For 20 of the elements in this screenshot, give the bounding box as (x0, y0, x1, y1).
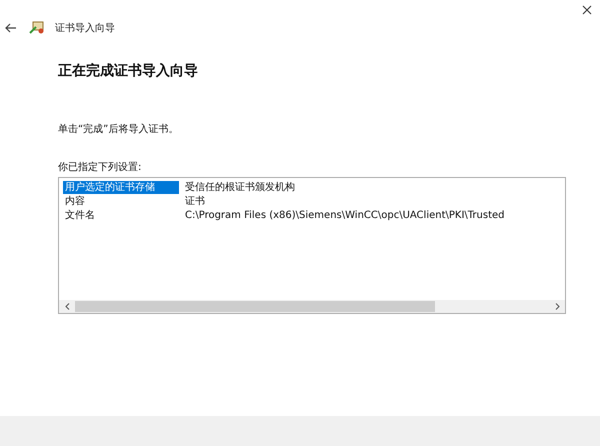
setting-value: 证书 (184, 194, 205, 208)
setting-name[interactable]: 用户选定的证书存储 (63, 180, 179, 194)
chevron-right-icon (554, 303, 560, 310)
back-button[interactable] (5, 21, 19, 35)
horizontal-scrollbar[interactable] (59, 300, 565, 313)
setting-name[interactable]: 内容 (63, 194, 179, 208)
certificate-icon (29, 21, 45, 35)
close-button[interactable] (580, 3, 594, 17)
window-title: 证书导入向导 (55, 22, 115, 35)
settings-list[interactable]: 用户选定的证书存储 受信任的根证书颁发机构 内容 证书 文件名 C:\Program Files (x86)\Siemens\WinCC\opc\UAClient\PKI\Trusted (58, 177, 566, 314)
settings-label: 你已指定下列设置: (58, 160, 142, 174)
setting-value: 受信任的根证书颁发机构 (184, 180, 295, 194)
instruction-text: 单击“完成”后将导入证书。 (58, 122, 180, 136)
setting-name[interactable]: 文件名 (63, 208, 179, 222)
close-icon (582, 5, 592, 15)
back-arrow-icon (5, 23, 17, 33)
chevron-left-icon (64, 303, 70, 310)
setting-value: C:\Program Files (x86)\Siemens\WinCC\opc\UAClient\PKI\Trusted (184, 210, 504, 220)
scrollbar-thumb[interactable] (75, 301, 436, 312)
wizard-heading: 正在完成证书导入向导 (58, 62, 199, 80)
